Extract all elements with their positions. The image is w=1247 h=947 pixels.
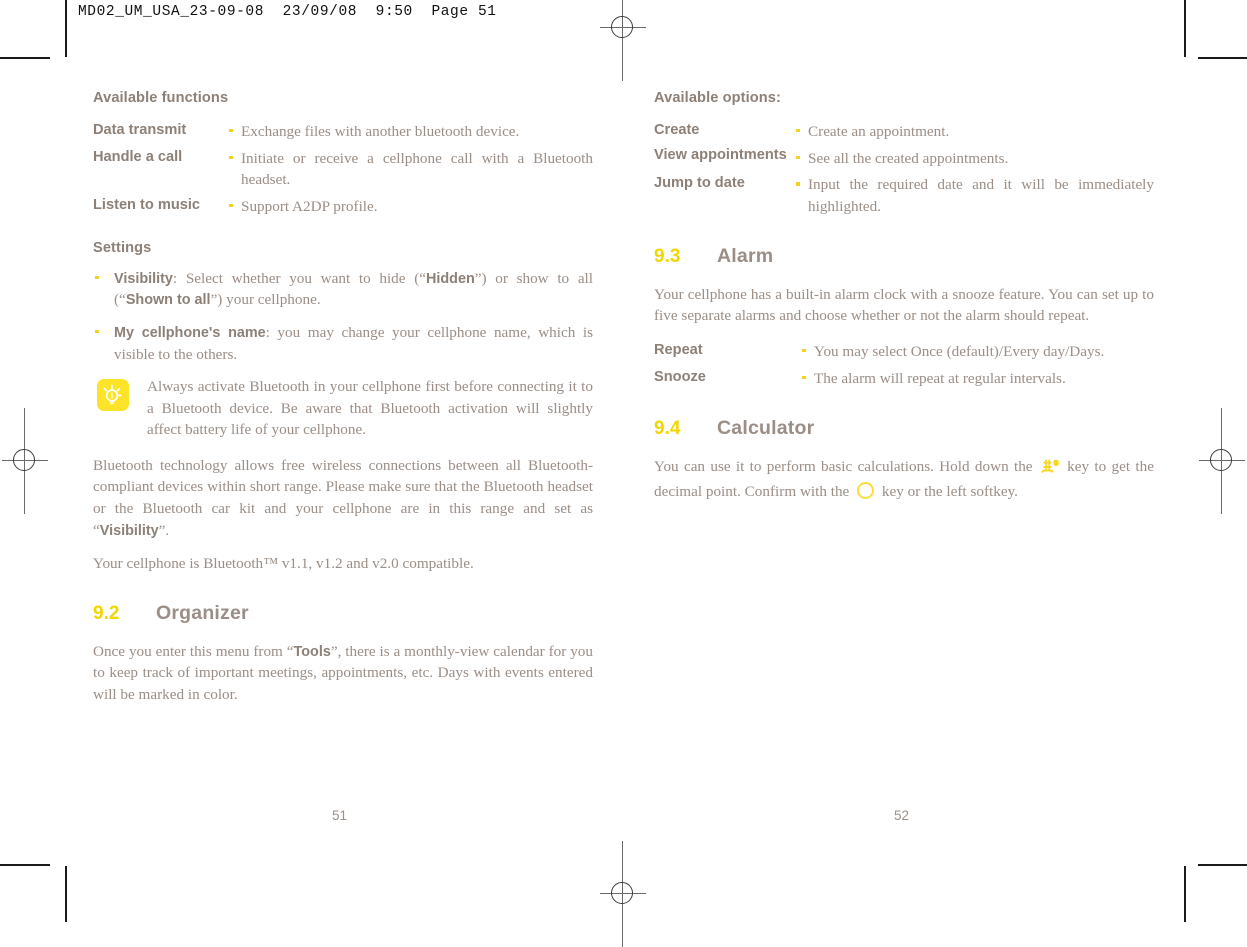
crop-mark-bottom-right-vertical [1184,866,1186,922]
section-title: Calculator [717,416,815,439]
definition-row: Create Create an appointment. [654,118,1154,143]
calculator-paragraph: You can use it to perform basic calculat… [654,456,1154,503]
alarm-paragraph: Your cellphone has a built-in alarm cloc… [654,285,1154,325]
organizer-paragraph-text-1: Once you enter this menu from “ [93,642,294,660]
available-functions-heading: Available functions [93,90,229,106]
section-title: Organizer [156,601,249,624]
definition-description: You may select Once (default)/Every day/… [800,338,1154,363]
definition-row: View appointments See all the created ap… [654,145,1154,170]
definition-description: The alarm will repeat at regular interva… [800,365,1154,390]
organizer-paragraph: Once you enter this menu from “Tools”, t… [93,641,593,706]
registration-mark-left [2,408,48,514]
available-functions-list: Data transmit Exchange files with anothe… [93,118,593,218]
definition-row: Listen to music Support A2DP profile. [93,193,593,218]
definition-term: Repeat [654,341,703,358]
alarm-options-list: Repeat You may select Once (default)/Eve… [654,338,1154,390]
crop-mark-top-right-horizontal [1198,57,1247,59]
definition-description: Create an appointment. [794,118,1154,143]
settings-bullet-term: My cellphone's name [114,324,266,341]
definition-term: Handle a call [93,148,183,165]
settings-bullet-visibility: Visibility: Select whether you want to h… [93,268,593,311]
settings-bullet-cellphone-name: My cellphone's name: you may change your… [93,322,593,365]
right-page-column: Available options: Create Create an appo… [654,88,1154,503]
section-title: Alarm [717,244,774,267]
organizer-paragraph-strong-1: Tools [293,643,331,660]
definition-row: Jump to date Input the required date and… [654,171,1154,217]
registration-mark-top [600,0,646,81]
settings-bullet-strong-2: Shown to all [125,292,211,309]
definition-description: Initiate or receive a cellphone call wit… [227,145,593,191]
crop-mark-top-left-vertical [65,0,67,57]
bluetooth-paragraph-text-2: ”. [158,521,170,539]
definition-description: See all the created appointments. [794,145,1154,170]
definition-term: Data transmit [93,121,187,138]
definition-term: Create [654,121,700,138]
print-slug-header: MD02_UM_USA_23-09-08 23/09/08 9:50 Page … [78,4,497,20]
settings-bullet-text-1: : Select whether you want to hide (“ [172,269,426,287]
definition-description: Support A2DP profile. [227,193,593,218]
page-number-right: 52 [894,808,910,823]
registration-mark-right [1199,408,1245,514]
bluetooth-technology-paragraph: Bluetooth technology allows free wireles… [93,455,593,541]
bluetooth-compatibility-paragraph: Your cellphone is Bluetooth™ v1.1, v1.2 … [93,555,474,573]
available-options-heading: Available options: [654,90,781,106]
section-number: 9.3 [654,245,681,267]
left-page-column: Available functions Data transmit Exchan… [93,88,593,705]
calculator-paragraph-text-1: You can use it to perform basic calculat… [654,457,1038,475]
crop-mark-bottom-right-horizontal [1198,864,1247,866]
registration-mark-bottom [600,841,646,947]
settings-bullet-strong-1: Hidden [426,270,475,287]
definition-description: Input the required date and it will be i… [794,171,1154,217]
bluetooth-paragraph-strong-1: Visibility [99,522,159,539]
definition-term: View appointments [654,146,787,163]
crop-mark-top-right-vertical [1184,0,1186,57]
available-options-list: Create Create an appointment. View appoi… [654,118,1154,218]
definition-row: Handle a call Initiate or receive a cell… [93,145,593,191]
crop-mark-top-left-horizontal [0,57,50,59]
section-heading-calculator: 9.4 Calculator [654,415,1154,443]
section-number: 9.4 [654,417,681,439]
definition-term: Listen to music [93,196,201,213]
page-number-left: 51 [332,808,348,823]
calculator-paragraph-text-3: key or the left softkey. [878,483,1018,501]
lightbulb-icon [97,379,129,412]
hash-key-icon [1040,458,1060,482]
crop-mark-bottom-left-vertical [65,866,67,922]
ok-key-icon [857,482,875,500]
settings-bullet-text-3: ”) your cellphone. [210,291,321,309]
definition-description: Exchange files with another bluetooth de… [227,118,593,143]
definition-row: Repeat You may select Once (default)/Eve… [654,338,1154,363]
tip-note-box: Always activate Bluetooth in your cellph… [93,376,593,441]
section-heading-alarm: 9.3 Alarm [654,243,1154,271]
section-heading-organizer: 9.2 Organizer [93,600,593,628]
crop-mark-bottom-left-horizontal [0,864,50,866]
tip-note-text: Always activate Bluetooth in your cellph… [147,378,593,439]
definition-term: Jump to date [654,175,745,192]
settings-heading: Settings [93,240,152,257]
definition-term: Snooze [654,368,706,385]
section-number: 9.2 [93,602,120,624]
settings-bullet-term: Visibility [114,270,173,287]
definition-row: Snooze The alarm will repeat at regular … [654,365,1154,390]
definition-row: Data transmit Exchange files with anothe… [93,118,593,143]
